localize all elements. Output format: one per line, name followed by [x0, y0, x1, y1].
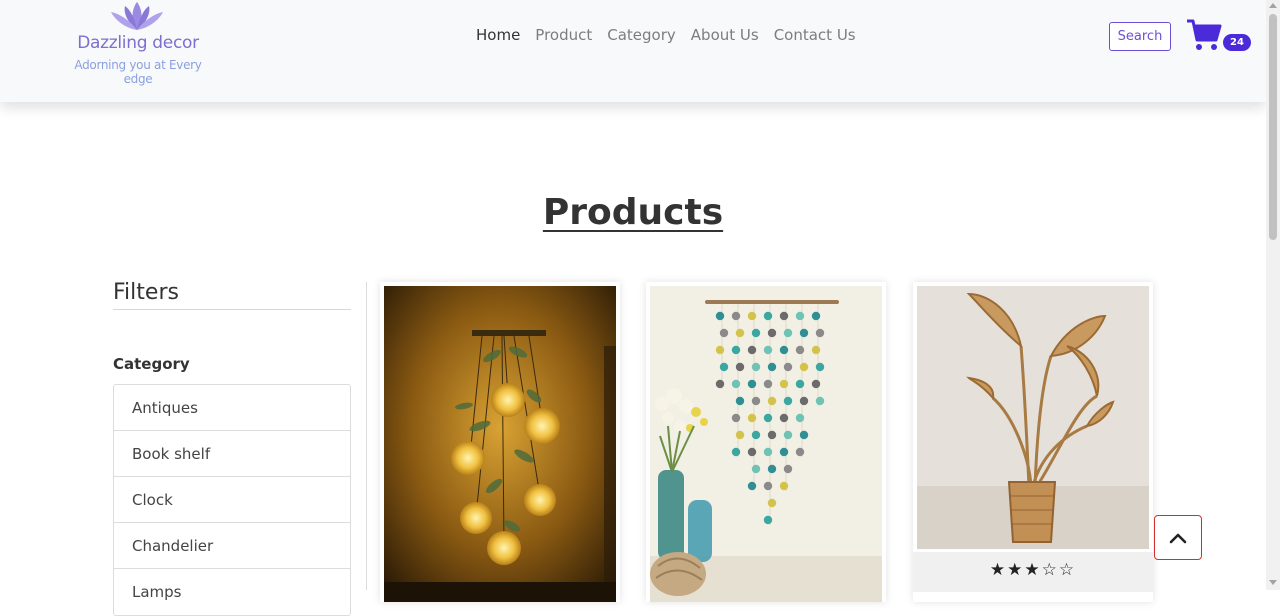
nav-contact-us[interactable]: Contact Us	[774, 26, 856, 44]
nav-category[interactable]: Category	[607, 26, 676, 44]
nav-home[interactable]: Home	[476, 26, 520, 44]
product-card[interactable]	[380, 282, 620, 602]
category-item-antiques[interactable]: Antiques	[114, 385, 350, 431]
brand-logo[interactable]: Dazzling decor Adorning you at Every edg…	[60, 0, 220, 86]
search-button[interactable]: Search	[1109, 22, 1171, 51]
product-image-rattan-plant[interactable]	[917, 286, 1149, 549]
site-header: Dazzling decor Adorning you at Every edg…	[0, 0, 1266, 102]
product-card[interactable]	[646, 282, 886, 602]
star-filled-icon: ★	[989, 560, 1008, 580]
star-empty-icon: ☆	[1058, 560, 1077, 580]
category-item-chandelier[interactable]: Chandelier	[114, 523, 350, 569]
category-label: Category	[113, 355, 190, 373]
product-image-wall-hanging[interactable]	[650, 286, 882, 602]
product-card[interactable]: ★★★☆☆	[913, 282, 1153, 602]
brand-tagline: Adorning you at Every edge	[74, 58, 202, 86]
cart-icon[interactable]	[1186, 18, 1222, 52]
back-to-top-button[interactable]	[1154, 515, 1202, 560]
brand-name: Dazzling decor	[77, 33, 199, 53]
nav-product[interactable]: Product	[535, 26, 592, 44]
page-scrollbar[interactable]	[1266, 0, 1280, 590]
filters-panel: Filters Category Antiques Book shelf Clo…	[113, 280, 351, 616]
scroll-thumb[interactable]	[1269, 14, 1277, 240]
sidebar-divider	[366, 282, 367, 590]
category-item-clock[interactable]: Clock	[114, 477, 350, 523]
scroll-down-arrow-icon[interactable]	[1269, 580, 1277, 585]
cart-count-badge: 24	[1223, 34, 1251, 51]
star-filled-icon: ★	[1024, 560, 1042, 580]
main-nav: Home Product Category About Us Contact U…	[476, 26, 856, 44]
page-title: Products	[542, 192, 724, 233]
category-item-lamps[interactable]: Lamps	[114, 569, 350, 615]
category-item-book-shelf[interactable]: Book shelf	[114, 431, 350, 477]
star-empty-icon: ☆	[1041, 560, 1059, 580]
scroll-up-arrow-icon[interactable]	[1269, 3, 1277, 8]
filters-title: Filters	[113, 280, 351, 310]
star-filled-icon: ★	[1007, 560, 1025, 580]
nav-about-us[interactable]: About Us	[691, 26, 759, 44]
chevron-up-icon	[1169, 533, 1187, 543]
product-image-chandelier[interactable]	[384, 286, 616, 602]
rating-stars: ★★★☆☆	[913, 560, 1153, 580]
category-list: Antiques Book shelf Clock Chandelier Lam…	[113, 384, 351, 616]
lotus-logo-icon	[111, 2, 163, 30]
